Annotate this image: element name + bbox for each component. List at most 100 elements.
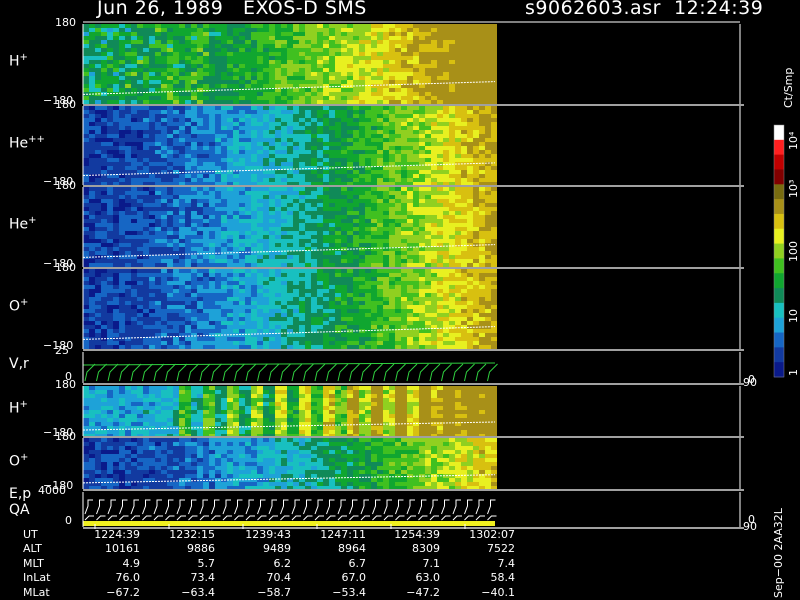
spectrogram-cell (185, 64, 191, 68)
spectrogram-cell (287, 56, 293, 60)
spectrogram-cell (311, 150, 317, 154)
spectrogram-cell (221, 321, 227, 325)
spectrogram-cell (95, 130, 101, 134)
spectrogram-cell (149, 289, 155, 293)
spectrogram-cell (155, 162, 161, 166)
spectrogram-cell (281, 309, 287, 313)
spectrogram-cell (119, 106, 125, 110)
spectrogram-cell (377, 114, 383, 118)
spectrogram-cell (185, 36, 191, 40)
spectrogram-cell (149, 329, 155, 333)
spectrogram-cell (221, 325, 227, 329)
spectrogram-cell (209, 110, 215, 114)
spectrogram-cell (413, 64, 419, 68)
spectrogram-cell (317, 76, 323, 80)
spectrogram-cell (257, 68, 263, 72)
spectrogram-cell (287, 227, 293, 231)
spectrogram-cell (221, 247, 227, 251)
spectrogram-cell (83, 24, 89, 28)
spectrogram-cell (329, 235, 335, 239)
spectrogram-cell (293, 150, 299, 154)
spectrogram-cell (221, 52, 227, 56)
spectrogram-cell (353, 32, 359, 36)
spectrogram-cell (131, 182, 137, 185)
spectrogram-cell (317, 114, 323, 118)
spectrogram-cell (305, 48, 311, 52)
spectrogram-cell (167, 277, 173, 281)
spectrogram-cell (179, 48, 185, 52)
spectrogram-cell (149, 277, 155, 281)
spectrogram-cell (359, 126, 365, 130)
spectrogram-cell (461, 106, 467, 110)
spectrogram-cell (143, 158, 149, 162)
spectrogram-cell (89, 235, 95, 239)
spectrogram-cell (431, 118, 437, 122)
spectrogram-cell (89, 223, 95, 227)
spectrogram-cell (83, 48, 89, 52)
spectrogram-cell (95, 263, 101, 267)
spectrogram-cell (323, 150, 329, 154)
spectrogram-cell (419, 142, 425, 146)
spectrogram-cell (389, 114, 395, 118)
spectrogram-cell (233, 118, 239, 122)
spectrogram-cell (83, 64, 89, 68)
spectrogram-cell (275, 219, 281, 223)
spectrogram-cell (455, 178, 461, 182)
spectrogram-cell (167, 142, 173, 146)
spectrogram-cell (311, 122, 317, 126)
spectrogram-cell (425, 191, 431, 195)
spectrogram-cell (317, 28, 323, 32)
spectrogram-cell (389, 134, 395, 138)
spectrogram-cell (353, 195, 359, 199)
spectrogram-cell (83, 239, 89, 243)
spectrogram-cell (245, 251, 251, 255)
spectrogram-cell (329, 60, 335, 64)
spectrogram-cell (167, 28, 173, 32)
spectrogram-cell (203, 88, 209, 92)
spectrogram-cell (251, 92, 257, 96)
spectrogram-cell (245, 88, 251, 92)
spectrogram-cell (299, 333, 305, 337)
spectrogram-cell (149, 215, 155, 219)
spectrogram-cell (263, 317, 269, 321)
spectrogram-cell (251, 341, 257, 345)
spectrogram-cell (329, 114, 335, 118)
spectrogram-cell (383, 40, 389, 44)
spectrogram-cell (383, 134, 389, 138)
spectrogram-cell (131, 239, 137, 243)
spectrogram-cell (251, 269, 257, 273)
spectrogram-cell (401, 195, 407, 199)
spectrogram-cell (233, 263, 239, 267)
spectrogram-cell (299, 178, 305, 182)
spectrogram-cell (455, 36, 461, 40)
spectrogram-cell (455, 191, 461, 195)
spectrogram-cell (359, 80, 365, 84)
spectrogram-cell (245, 325, 251, 329)
spectrogram-cell (155, 138, 161, 142)
spectrogram-cell (257, 321, 263, 325)
spectrogram-cell (107, 80, 113, 84)
spectrogram-cell (269, 76, 275, 80)
spectrogram-cell (269, 325, 275, 329)
spectrogram-cell (113, 251, 119, 255)
spectrogram-cell (227, 44, 233, 48)
spectrogram-cell (209, 293, 215, 297)
spectrogram-cell (89, 76, 95, 80)
spectrogram-cell (329, 321, 335, 325)
spectrogram-cell (209, 40, 215, 44)
spectrogram-cell (173, 146, 179, 150)
spectrogram-cell (149, 273, 155, 277)
spectrogram-cell (167, 305, 173, 309)
spectrogram-cell (341, 203, 347, 207)
spectrogram-cell (191, 110, 197, 114)
spectrogram-cell (221, 96, 227, 100)
spectrogram-cell (341, 158, 347, 162)
spectrogram-cell (233, 80, 239, 84)
spectrogram-cell (119, 337, 125, 341)
spectrogram-cell (437, 170, 443, 174)
spectrogram-cell (173, 84, 179, 88)
spectrogram-cell (215, 235, 221, 239)
spectrogram-cell (305, 72, 311, 76)
spectrogram-cell (275, 114, 281, 118)
spectrogram-cell (179, 187, 185, 191)
